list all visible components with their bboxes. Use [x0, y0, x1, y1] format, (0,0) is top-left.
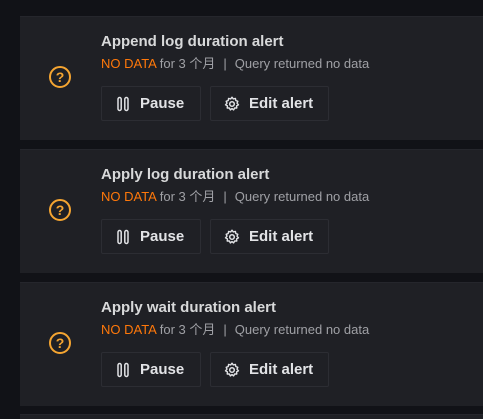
alert-state-badge: NO DATA — [101, 189, 157, 204]
pause-button-label: Pause — [140, 361, 185, 378]
alert-card: ? Apply wait duration alert NO DATA for … — [20, 282, 483, 406]
edit-alert-button-label: Edit alert — [249, 361, 314, 378]
edit-alert-button[interactable]: Edit alert — [210, 219, 329, 254]
pause-button[interactable]: Pause — [101, 219, 201, 254]
alert-list-page: ? Append log duration alert NO DATA for … — [0, 0, 483, 419]
edit-alert-button[interactable]: Edit alert — [210, 352, 329, 387]
gear-icon — [224, 96, 240, 112]
alert-message: Query returned no data — [234, 56, 370, 71]
alert-status-line: NO DATA for 3 个月 | Query returned no data — [101, 186, 369, 205]
alert-message: Query returned no data — [234, 189, 370, 204]
pause-icon — [115, 229, 131, 245]
left-rail — [0, 0, 20, 419]
alert-title[interactable]: Apply wait duration alert — [101, 299, 276, 316]
question-circle-icon: ? — [49, 332, 71, 354]
pause-icon — [115, 362, 131, 378]
pause-icon — [115, 96, 131, 112]
question-circle-icon: ? — [49, 66, 71, 88]
alert-status-line: NO DATA for 3 个月 | Query returned no data — [101, 319, 369, 338]
separator: | — [223, 189, 227, 204]
gear-icon — [224, 362, 240, 378]
alert-card: ? Apply log duration alert NO DATA for 3… — [20, 149, 483, 273]
alert-message: Query returned no data — [234, 322, 370, 337]
alert-card-partial — [20, 414, 483, 419]
alert-card: ? Append log duration alert NO DATA for … — [20, 16, 483, 140]
pause-button[interactable]: Pause — [101, 352, 201, 387]
alert-status-line: NO DATA for 3 个月 | Query returned no data — [101, 53, 369, 72]
alert-title[interactable]: Append log duration alert — [101, 33, 284, 50]
alert-state-badge: NO DATA — [101, 56, 157, 71]
question-circle-icon: ? — [49, 199, 71, 221]
alert-duration: for 3 个月 — [159, 322, 216, 337]
pause-button-label: Pause — [140, 228, 185, 245]
alert-duration: for 3 个月 — [159, 56, 216, 71]
separator: | — [223, 322, 227, 337]
pause-button[interactable]: Pause — [101, 86, 201, 121]
pause-button-label: Pause — [140, 95, 185, 112]
edit-alert-button-label: Edit alert — [249, 228, 314, 245]
edit-alert-button-label: Edit alert — [249, 95, 314, 112]
alert-duration: for 3 个月 — [159, 189, 216, 204]
gear-icon — [224, 229, 240, 245]
separator: | — [223, 56, 227, 71]
alert-state-badge: NO DATA — [101, 322, 157, 337]
edit-alert-button[interactable]: Edit alert — [210, 86, 329, 121]
alert-title[interactable]: Apply log duration alert — [101, 166, 269, 183]
